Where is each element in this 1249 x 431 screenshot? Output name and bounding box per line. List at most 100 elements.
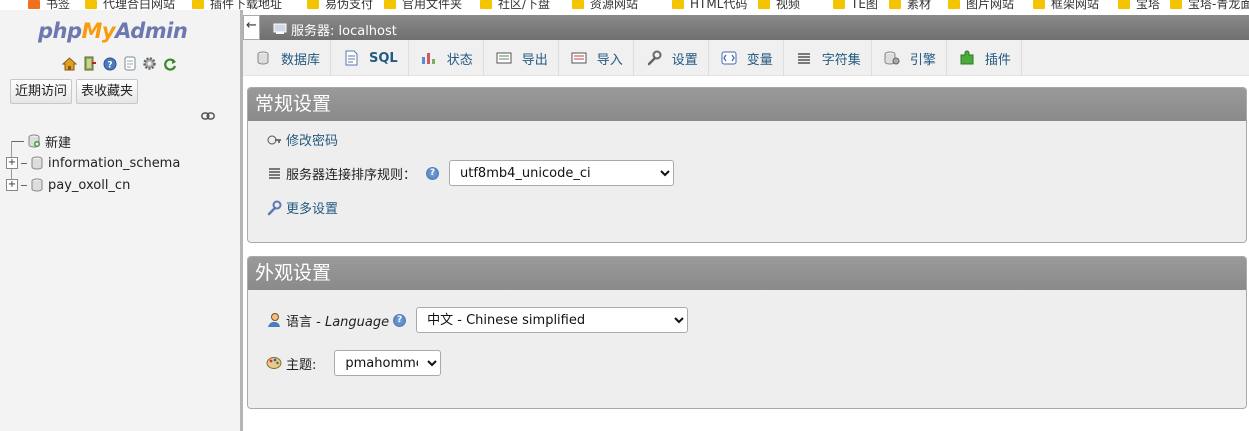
tab-import[interactable]: 导入 bbox=[559, 40, 634, 76]
folder-icon bbox=[28, 0, 40, 9]
bookmark-item[interactable]: 视频 bbox=[758, 0, 800, 10]
bookmark-item[interactable]: 资源网站 bbox=[572, 0, 638, 10]
bookmark-item[interactable]: 社区/下盘 bbox=[480, 0, 550, 10]
tree-item-label[interactable]: 新建 bbox=[45, 132, 71, 151]
language-label-cn: 语言 - bbox=[286, 314, 325, 330]
link-with-main-icon[interactable] bbox=[201, 111, 215, 121]
tree-item-information-schema[interactable]: + information_schema bbox=[6, 152, 180, 174]
language-label-en: Language bbox=[324, 314, 390, 330]
help-icon[interactable]: ? bbox=[101, 55, 118, 72]
nav-icon-row: ? bbox=[61, 55, 178, 72]
folder-icon bbox=[672, 0, 684, 9]
wrench-icon bbox=[266, 200, 282, 216]
help-icon[interactable]: ? bbox=[393, 313, 407, 327]
general-settings-title: 常规设置 bbox=[248, 88, 1246, 121]
top-menu-tabs: 数据库 SQL 状态 导出 导入 设置 变量 字符集 引擎 插件 bbox=[243, 40, 1249, 76]
tree-item-new[interactable]: 新建 bbox=[6, 130, 180, 185]
bookmark-item[interactable]: 代理合白网站 bbox=[85, 0, 175, 10]
language-label: 语言 - Language bbox=[286, 311, 389, 330]
collation-select[interactable]: utf8mb4_unicode_ci bbox=[449, 160, 675, 186]
server-icon bbox=[273, 23, 287, 34]
change-password-row: 修改密码 bbox=[266, 130, 338, 149]
collation-icon bbox=[266, 165, 282, 181]
bookmark-item[interactable]: 官用文件夹 bbox=[384, 0, 462, 10]
server-breadcrumb[interactable]: 服务器: localhost bbox=[291, 20, 397, 39]
bookmark-label: 社区/下盘 bbox=[498, 0, 551, 10]
tab-label: SQL bbox=[369, 50, 398, 66]
bookmark-label: 插件下载地址 bbox=[210, 0, 283, 10]
tree-item-pay-oxoll-cn[interactable]: + pay_oxoll_cn bbox=[6, 174, 180, 196]
reload-icon[interactable] bbox=[161, 55, 178, 72]
tab-variables[interactable]: 变量 bbox=[709, 40, 784, 76]
bookmark-label: 宝塔 bbox=[1136, 0, 1161, 10]
tab-charsets[interactable]: 字符集 bbox=[784, 40, 872, 76]
engine-icon bbox=[884, 50, 900, 66]
folder-icon bbox=[384, 0, 396, 9]
sql-icon bbox=[343, 50, 359, 66]
bookmark-item[interactable]: HTML代码 bbox=[672, 0, 747, 10]
bookmark-item[interactable]: 易伪支付 bbox=[307, 0, 373, 10]
bookmark-item[interactable]: 宝塔-青龙面 bbox=[1170, 0, 1249, 10]
folder-icon bbox=[948, 0, 960, 9]
bookmark-label: 视频 bbox=[776, 0, 801, 10]
expand-icon[interactable]: + bbox=[6, 179, 18, 191]
theme-select[interactable]: pmahomme bbox=[334, 350, 442, 376]
tree-item-label[interactable]: pay_oxoll_cn bbox=[48, 178, 130, 193]
change-password-link[interactable]: 修改密码 bbox=[286, 130, 338, 149]
expand-icon[interactable]: + bbox=[6, 157, 18, 169]
help-icon[interactable]: ? bbox=[426, 166, 440, 180]
folder-icon bbox=[1170, 0, 1182, 9]
phpmyadmin-logo[interactable]: phpMyAdmin bbox=[38, 19, 188, 43]
variables-icon bbox=[721, 50, 737, 66]
settings-icon[interactable] bbox=[141, 55, 158, 72]
bookmark-label: 官用文件夹 bbox=[402, 0, 463, 10]
bookmark-item[interactable]: 框架网站 bbox=[1033, 0, 1099, 10]
folder-icon bbox=[572, 0, 584, 9]
logo-part-php: php bbox=[38, 19, 82, 43]
folder-icon bbox=[480, 0, 492, 9]
main-content: ← 服务器: localhost 数据库 SQL 状态 导出 导入 设置 变量 … bbox=[243, 10, 1249, 431]
folder-icon bbox=[1118, 0, 1130, 9]
home-icon[interactable] bbox=[61, 55, 78, 72]
navigation-panel: phpMyAdmin ? 近期访问 表收藏夹 新建 + information_… bbox=[0, 10, 240, 431]
appearance-settings-panel: 外观设置 语言 - Language ? 中文 - Chinese simpli… bbox=[247, 256, 1247, 409]
bookmark-item[interactable]: 宝塔 bbox=[1118, 0, 1160, 10]
bookmark-label: 资源网站 bbox=[590, 0, 639, 10]
folder-icon bbox=[307, 0, 319, 9]
tab-label: 数据库 bbox=[281, 52, 321, 68]
tab-settings[interactable]: 设置 bbox=[634, 40, 709, 76]
bookmark-item[interactable]: 插件下载地址 bbox=[192, 0, 282, 10]
collapse-navigation-button[interactable]: ← bbox=[243, 15, 260, 40]
more-settings-link[interactable]: 更多设置 bbox=[286, 198, 338, 217]
folder-icon bbox=[758, 0, 770, 9]
logout-icon[interactable] bbox=[81, 55, 98, 72]
bookmarks-bar: 书签 代理合白网站 插件下载地址 易伪支付 官用文件夹 社区/下盘 资源网站 HTML代码 视频… bbox=[0, 0, 1249, 10]
collation-label: 服务器连接排序规则： bbox=[286, 167, 417, 183]
appearance-settings-title: 外观设置 bbox=[248, 257, 1246, 290]
bookmark-label: 书签 bbox=[46, 0, 71, 10]
language-select[interactable]: 中文 - Chinese simplified bbox=[416, 307, 689, 333]
docs-icon[interactable] bbox=[121, 55, 138, 72]
tree-item-label[interactable]: information_schema bbox=[48, 156, 180, 171]
tab-status[interactable]: 状态 bbox=[409, 40, 484, 76]
more-settings-row: 更多设置 bbox=[266, 198, 338, 217]
folder-icon bbox=[192, 0, 204, 9]
bookmark-item[interactable]: 素材 bbox=[889, 0, 931, 10]
theme-palette-icon bbox=[266, 355, 282, 371]
tab-engines[interactable]: 引擎 bbox=[872, 40, 947, 76]
bookmark-label: 宝塔-青龙面 bbox=[1188, 0, 1249, 10]
tab-label: 字符集 bbox=[821, 52, 861, 68]
bookmark-item[interactable]: 图片网站 bbox=[948, 0, 1014, 10]
logo-part-my: My bbox=[81, 19, 116, 43]
bookmark-item[interactable]: TE图 bbox=[833, 0, 878, 10]
nav-buttons: 近期访问 表收藏夹 bbox=[10, 79, 139, 104]
tab-label: 导入 bbox=[596, 52, 623, 68]
tab-plugins[interactable]: 插件 bbox=[947, 40, 1022, 76]
favorite-tables-button[interactable]: 表收藏夹 bbox=[76, 79, 139, 104]
bookmark-item[interactable]: 书签 bbox=[28, 0, 70, 10]
tab-databases[interactable]: 数据库 bbox=[243, 40, 332, 76]
recent-tables-button[interactable]: 近期访问 bbox=[10, 79, 73, 104]
tab-export[interactable]: 导出 bbox=[484, 40, 559, 76]
tab-sql[interactable]: SQL bbox=[331, 40, 409, 76]
bookmark-label: 框架网站 bbox=[1051, 0, 1100, 10]
